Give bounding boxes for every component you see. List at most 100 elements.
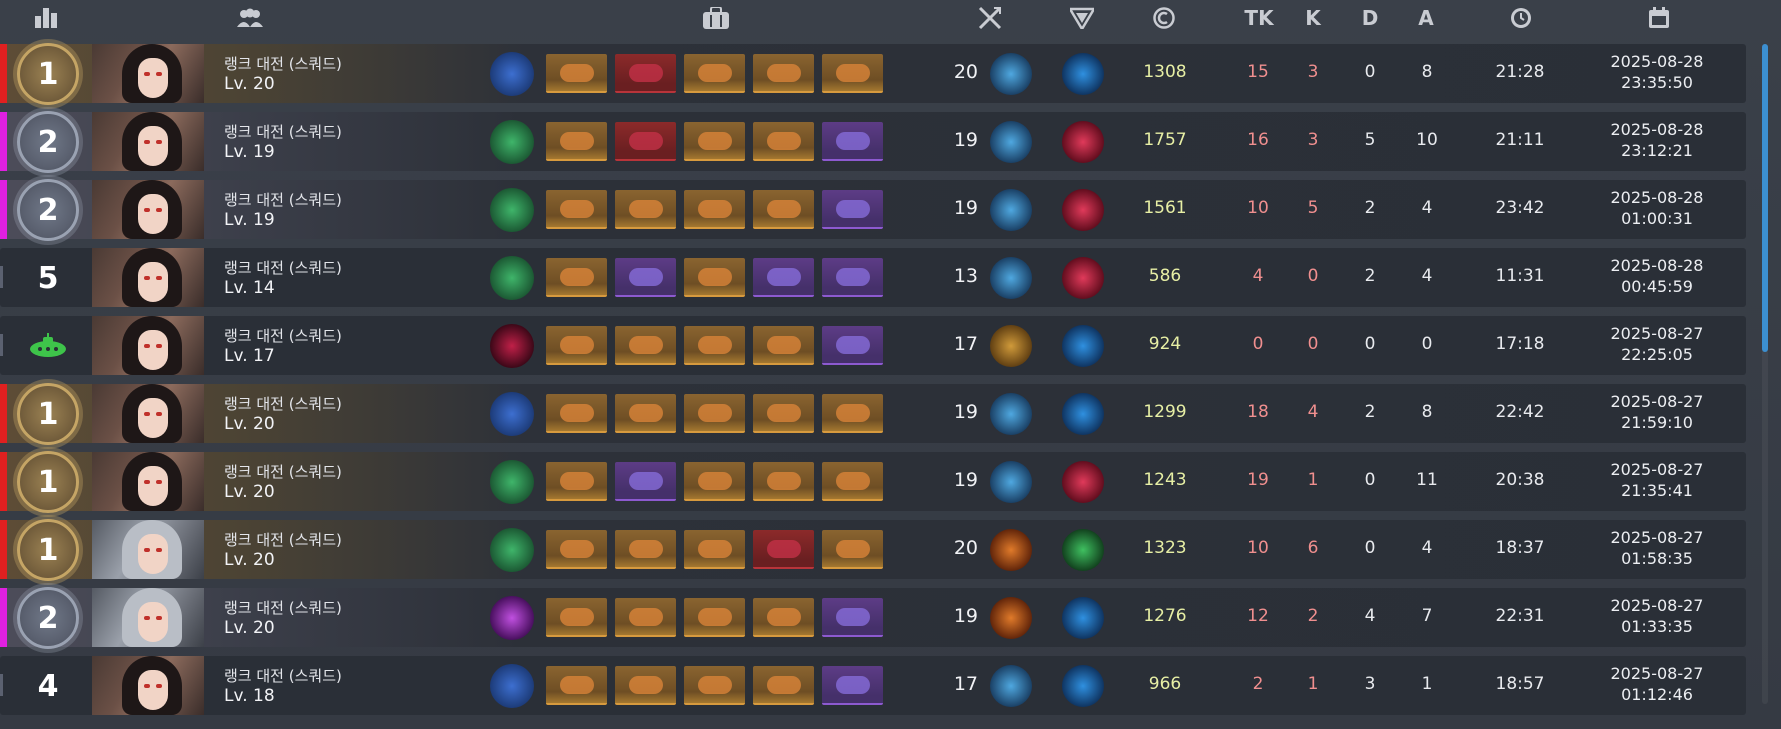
equipment-item-icon[interactable]: [822, 258, 883, 297]
equipment-item-icon[interactable]: [546, 326, 607, 365]
weapon-skill-icon[interactable]: [490, 460, 534, 504]
equipment-item-icon[interactable]: [546, 258, 607, 297]
match-row[interactable]: 1 랭크 대전 (스쿼드) Lv. 20 19 1243 19 1 0 11 20:38 2025-…: [0, 451, 1746, 513]
weapon-skill-icon[interactable]: [490, 324, 534, 368]
equipment-item-icon[interactable]: [615, 394, 676, 433]
weapon-skill-icon[interactable]: [490, 188, 534, 232]
tactical-skill-icon[interactable]: [1062, 461, 1104, 503]
match-row[interactable]: 2 랭크 대전 (스쿼드) Lv. 19 19 1561 10 5 2 4 23:42 2025-0…: [0, 179, 1746, 241]
equipment-item-icon[interactable]: [546, 666, 607, 705]
match-row[interactable]: 2 랭크 대전 (스쿼드) Lv. 20 19 1276 12 2 4 7 22:31 2025-0…: [0, 587, 1746, 649]
equipment-item-icon[interactable]: [615, 530, 676, 569]
equipment-item-icon[interactable]: [546, 190, 607, 229]
match-row[interactable]: 1 랭크 대전 (스쿼드) Lv. 20 20 1308 15 3 0 8 21:28 2025-0…: [0, 43, 1746, 105]
equipment-item-icon[interactable]: [822, 326, 883, 365]
equipment-item-icon[interactable]: [822, 122, 883, 161]
match-row[interactable]: 랭크 대전 (스쿼드) Lv. 17 17 924 0 0 0 0 17:18 2025-08-2…: [0, 316, 1746, 375]
placement-number: 4: [37, 668, 59, 704]
equipment-item-icon[interactable]: [684, 598, 745, 637]
equipment-item-icon[interactable]: [753, 54, 814, 93]
equipment-item-icon[interactable]: [753, 462, 814, 501]
tactical-skill-icon[interactable]: [1062, 53, 1104, 95]
match-row[interactable]: 4 랭크 대전 (스쿼드) Lv. 18 17 966 2 1 3 1 18:57 2025-08-…: [0, 656, 1746, 715]
equipment-item-icon[interactable]: [684, 258, 745, 297]
equipment-item-icon[interactable]: [546, 462, 607, 501]
equipment-item-icon[interactable]: [753, 258, 814, 297]
equipment-item-icon[interactable]: [684, 462, 745, 501]
weapon-type-icon[interactable]: [990, 597, 1032, 639]
equipment-item-icon[interactable]: [822, 54, 883, 93]
weapon-type-icon[interactable]: [990, 393, 1032, 435]
equipment-item-icon[interactable]: [684, 122, 745, 161]
match-row[interactable]: 1 랭크 대전 (스쿼드) Lv. 20 20 1323 10 6 0 4 18:37 2025-0…: [0, 519, 1746, 581]
equipment-item-icon[interactable]: [546, 122, 607, 161]
weapon-skill-icon[interactable]: [490, 528, 534, 572]
equipment-item-icon[interactable]: [615, 258, 676, 297]
equipment-item-icon[interactable]: [684, 530, 745, 569]
rank-color-bar: [0, 266, 3, 288]
equipment-item-icon[interactable]: [753, 666, 814, 705]
tactical-skill-icon[interactable]: [1062, 325, 1104, 367]
weapon-type-icon[interactable]: [990, 529, 1032, 571]
weapon-type-icon[interactable]: [990, 665, 1032, 707]
weapon-skill-icon[interactable]: [490, 392, 534, 436]
equipment-item-icon[interactable]: [753, 190, 814, 229]
weapon-type-icon[interactable]: [990, 189, 1032, 231]
equipment-item-icon[interactable]: [822, 190, 883, 229]
equipment-item-icon[interactable]: [615, 598, 676, 637]
match-row[interactable]: 2 랭크 대전 (스쿼드) Lv. 19 19 1757 16 3 5 10 21:11 2025-…: [0, 111, 1746, 173]
equipment-item-icon[interactable]: [753, 530, 814, 569]
weapon-type-icon[interactable]: [990, 461, 1032, 503]
equipment-slots: [546, 666, 883, 705]
equipment-item-icon[interactable]: [684, 666, 745, 705]
equipment-item-icon[interactable]: [684, 190, 745, 229]
equipment-item-icon[interactable]: [546, 394, 607, 433]
tactical-skill-icon[interactable]: [1062, 597, 1104, 639]
equipment-item-icon[interactable]: [684, 394, 745, 433]
weapon-skill-icon[interactable]: [490, 596, 534, 640]
portrait-face: [138, 194, 168, 234]
equipment-item-icon[interactable]: [753, 394, 814, 433]
match-row[interactable]: 1 랭크 대전 (스쿼드) Lv. 20 19 1299 18 4 2 8 22:42 2025-0…: [0, 383, 1746, 445]
equipment-item-icon[interactable]: [615, 190, 676, 229]
equipment-item-icon[interactable]: [753, 122, 814, 161]
equipment-item-icon[interactable]: [822, 666, 883, 705]
match-row[interactable]: 5 랭크 대전 (스쿼드) Lv. 14 13 586 4 0 2 4 11:31 2025-08-…: [0, 248, 1746, 307]
tactical-skill-icon[interactable]: [1062, 665, 1104, 707]
tactical-skill-icon[interactable]: [1062, 393, 1104, 435]
weapon-skill-icon[interactable]: [490, 664, 534, 708]
tactical-skill-icon[interactable]: [1062, 529, 1104, 571]
equipment-item-icon[interactable]: [546, 598, 607, 637]
tactical-skill-icon[interactable]: [1062, 257, 1104, 299]
weapon-skill-icon[interactable]: [490, 52, 534, 96]
score-value: 1276: [1143, 606, 1187, 626]
equipment-item-icon[interactable]: [753, 326, 814, 365]
weapon-type-icon[interactable]: [990, 53, 1032, 95]
scrollbar-thumb[interactable]: [1762, 44, 1768, 352]
equipment-item-icon[interactable]: [822, 530, 883, 569]
weapon-type-icon[interactable]: [990, 257, 1032, 299]
equipment-item-icon[interactable]: [684, 326, 745, 365]
equipment-item-icon[interactable]: [822, 598, 883, 637]
equipment-item-icon[interactable]: [615, 122, 676, 161]
equipment-item-icon[interactable]: [684, 54, 745, 93]
item-glyph: [835, 335, 870, 354]
character-portrait: [92, 588, 204, 647]
tactical-skill-icon[interactable]: [1062, 121, 1104, 163]
equipment-item-icon[interactable]: [546, 530, 607, 569]
equipment-item-icon[interactable]: [615, 326, 676, 365]
item-glyph: [697, 403, 732, 422]
equipment-item-icon[interactable]: [615, 462, 676, 501]
equipment-item-icon[interactable]: [615, 54, 676, 93]
weapon-skill-icon[interactable]: [490, 256, 534, 300]
tactical-skill-icon[interactable]: [1062, 189, 1104, 231]
equipment-item-icon[interactable]: [615, 666, 676, 705]
equipment-item-icon[interactable]: [822, 462, 883, 501]
weapon-skill-icon[interactable]: [490, 120, 534, 164]
equipment-item-icon[interactable]: [546, 54, 607, 93]
weapon-type-icon[interactable]: [990, 325, 1032, 367]
item-glyph: [628, 539, 663, 558]
equipment-item-icon[interactable]: [822, 394, 883, 433]
weapon-type-icon[interactable]: [990, 121, 1032, 163]
equipment-item-icon[interactable]: [753, 598, 814, 637]
